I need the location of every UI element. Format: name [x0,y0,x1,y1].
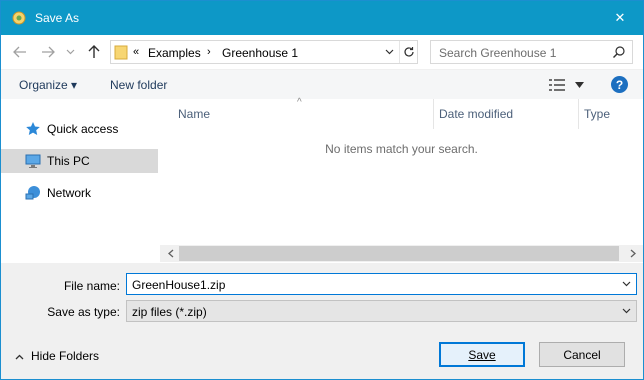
command-bar: Organize ▾ New folder ? [1,69,643,99]
nav-item-label: Quick access [47,122,119,136]
breadcrumb-examples[interactable]: Examples [148,46,201,60]
window-title: Save As [35,11,80,25]
save-button[interactable]: Save [439,342,525,367]
cancel-button-label: Cancel [563,347,601,362]
close-icon: ✕ [614,10,626,25]
chevron-down-icon[interactable] [620,277,632,291]
help-button[interactable]: ? [611,76,628,93]
change-view-button[interactable] [549,77,585,93]
refresh-icon [404,47,414,57]
save-type-value: zip files (*.zip) [132,305,207,319]
organize-button[interactable]: Organize ▾ [19,78,77,92]
address-bar[interactable]: « Examples › Greenhouse 1 [110,40,418,64]
star-icon [25,121,41,137]
save-type-label: Save as type: [47,305,120,319]
nav-item-network[interactable]: Network [1,181,158,205]
folder-icon [114,44,128,60]
computer-icon [25,153,41,169]
file-name-label: File name: [63,279,120,293]
file-name-field[interactable]: GreenHouse1.zip [126,273,637,295]
column-header-type[interactable]: Type [579,99,643,129]
column-header-name[interactable]: Name [160,99,433,129]
search-icon[interactable] [612,45,626,59]
back-arrow-icon [13,46,26,58]
hide-folders-label: Hide Folders [31,349,100,363]
nav-item-this-pc[interactable]: This PC [1,149,158,173]
search-placeholder: Search Greenhouse 1 [439,46,557,60]
chevron-up-icon [15,354,24,360]
file-name-value: GreenHouse1.zip [132,278,226,292]
horizontal-scrollbar[interactable] [160,245,643,262]
nav-item-quick-access[interactable]: Quick access [1,117,158,141]
scrollbar-thumb[interactable] [179,246,619,261]
breadcrumb-greenhouse[interactable]: Greenhouse 1 [222,46,298,60]
address-dropdown-button[interactable] [381,43,397,61]
scroll-left-icon[interactable] [162,245,179,262]
save-button-label: Save [468,347,496,362]
scroll-right-icon[interactable] [624,245,641,262]
up-button[interactable] [85,43,103,61]
chevron-down-icon[interactable] [620,304,632,318]
title-bar: Save As ✕ [1,1,643,35]
new-folder-button[interactable]: New folder [110,78,167,92]
save-form: File name: GreenHouse1.zip Save as type:… [1,263,643,343]
up-arrow-icon [88,45,100,58]
nav-item-label: Network [47,186,92,200]
empty-message: No items match your search. [325,142,478,156]
save-type-select[interactable]: zip files (*.zip) [126,300,637,322]
app-icon [12,11,26,28]
back-button[interactable] [11,43,29,61]
chevron-down-icon [385,49,393,55]
forward-button[interactable] [39,43,57,61]
network-icon [25,185,41,201]
search-input[interactable]: Search Greenhouse 1 [430,40,633,64]
cancel-button[interactable]: Cancel [539,342,625,367]
file-list: ^ Name Date modified Type No items match… [160,97,643,263]
column-header-date-modified[interactable]: Date modified [434,99,578,129]
chevron-down-icon [66,49,74,55]
navigation-pane: Quick access This PC Network [1,99,160,263]
details-view-icon [549,79,565,91]
save-as-dialog: Save As ✕ « Examples › Greenhouse 1 Sear… [0,0,644,380]
chevron-down-icon [575,82,584,88]
hide-folders-button[interactable]: Hide Folders [15,349,99,363]
forward-arrow-icon [42,46,55,58]
recent-locations-button[interactable] [61,43,79,61]
nav-item-label: This PC [47,154,90,168]
address-row: « Examples › Greenhouse 1 Search Greenho… [1,35,643,69]
close-button[interactable]: ✕ [597,1,643,35]
breadcrumb-separator-icon: › [207,46,211,58]
refresh-button[interactable] [399,41,418,63]
dialog-footer: Hide Folders Save Cancel [1,332,643,379]
overflow-chevron[interactable]: « [133,46,139,58]
